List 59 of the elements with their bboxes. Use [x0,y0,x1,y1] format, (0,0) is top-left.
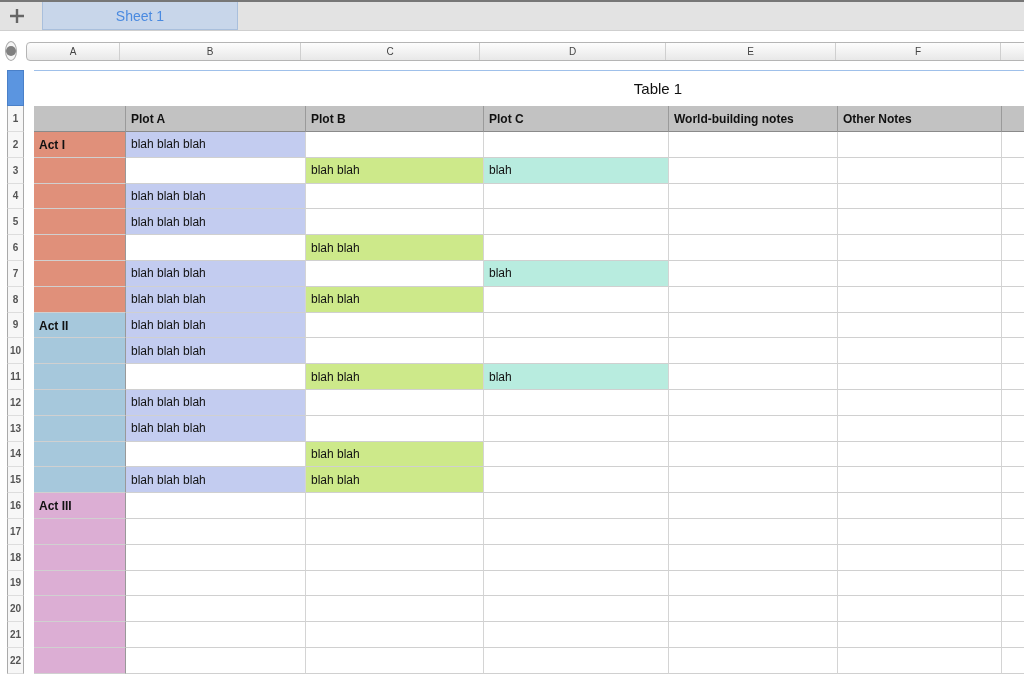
row-number[interactable]: 3 [7,157,24,184]
row-number[interactable]: 14 [7,441,24,468]
row-number[interactable]: 7 [7,261,24,287]
table-cell: blah blah blah [126,286,306,313]
table-cell: blah blah blah [126,261,306,287]
row-number[interactable]: 10 [7,338,24,365]
plus-icon [9,8,25,24]
column-letter[interactable]: C [301,42,480,60]
column-letter[interactable]: A [27,42,120,60]
row-number[interactable]: 20 [7,596,24,623]
act-cell: Act I [34,132,126,158]
row-number[interactable]: 1 [7,106,24,132]
row-number[interactable]: 19 [7,570,24,597]
row-number[interactable]: 4 [7,183,24,210]
table-cell: blah blah blah [126,209,306,236]
row-number[interactable]: 18 [7,544,24,571]
column-letter[interactable]: F [836,42,1001,60]
table-cell: blah blah blah [126,312,306,339]
table-cell: blah blah [306,235,484,261]
act-cell: Act III [34,493,126,519]
row-number[interactable]: 22 [7,647,24,674]
table-cell: blah [484,157,669,184]
row-number[interactable]: 15 [7,467,24,494]
table-cell: blah blah blah [126,338,306,365]
table-cell: blah [484,261,669,287]
row-number[interactable]: 11 [7,364,24,390]
row-number[interactable]: 21 [7,622,24,648]
row-number[interactable]: 13 [7,415,24,442]
table-cell: blah blah blah [126,132,306,158]
row-number[interactable]: 12 [7,389,24,416]
table-cell: blah blah blah [126,467,306,494]
column-letter[interactable]: E [666,42,836,60]
column-letter[interactable]: B [120,42,301,60]
column-header-cell: Plot C [484,106,669,132]
dot-icon [6,46,16,56]
table-cell: blah blah blah [126,389,306,416]
column-header-cell: Plot B [306,106,484,132]
column-letter[interactable]: D [480,42,666,60]
table-cell: blah blah [306,286,484,313]
row-number[interactable]: 6 [7,235,24,261]
row-number[interactable]: 5 [7,209,24,236]
act-cell: Act II [34,312,126,339]
table-cell: blah blah blah [126,415,306,442]
column-header-cell: World-building notes [669,106,838,132]
row-number[interactable]: 2 [7,132,24,158]
row-number[interactable]: 9 [7,312,24,339]
table-cell: blah blah [306,441,484,468]
table-selection-marker[interactable] [7,70,24,106]
column-header-cell: Plot A [126,106,306,132]
table-cell: blah blah blah [126,183,306,210]
row-number[interactable]: 17 [7,518,24,545]
table-cell: blah [484,364,669,390]
table-cell: blah blah [306,157,484,184]
select-all-button[interactable] [5,41,17,61]
column-header-cell: Other Notes [838,106,1002,132]
row-number[interactable]: 8 [7,286,24,313]
table-cell: blah blah [306,467,484,494]
table-cell: blah blah [306,364,484,390]
row-number[interactable]: 16 [7,493,24,519]
